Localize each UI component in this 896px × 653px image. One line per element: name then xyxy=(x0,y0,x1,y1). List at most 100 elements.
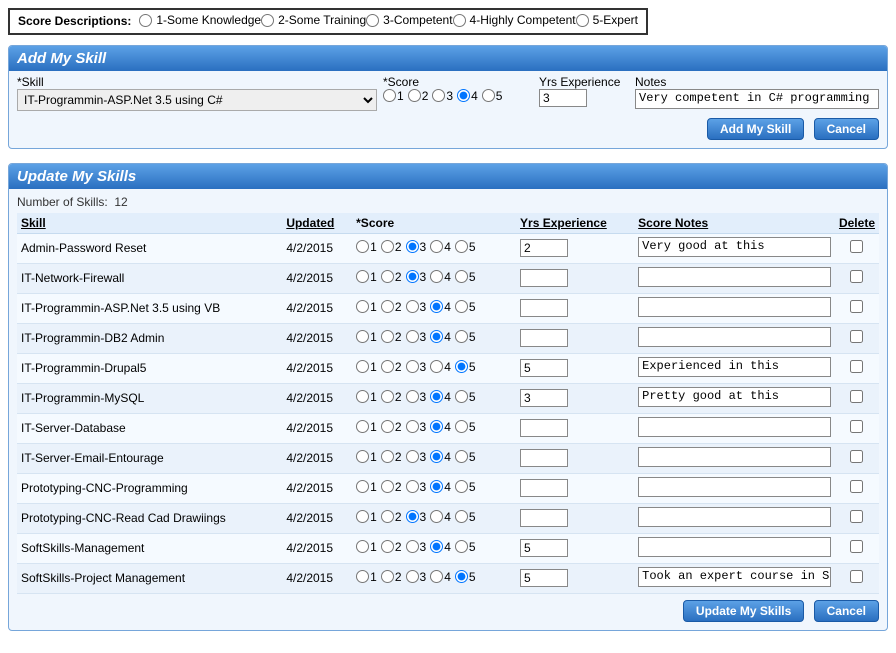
row-yrs-input[interactable] xyxy=(520,449,568,467)
row-yrs-input[interactable] xyxy=(520,389,568,407)
score-radio[interactable] xyxy=(430,450,443,463)
score-radio[interactable] xyxy=(430,390,443,403)
add-cancel-button[interactable]: Cancel xyxy=(814,118,879,140)
score-radio[interactable] xyxy=(406,300,419,313)
score-radio-option[interactable]: 1 xyxy=(356,510,377,524)
score-radio-option[interactable]: 1 xyxy=(356,390,377,404)
score-radio[interactable] xyxy=(356,480,369,493)
row-delete-checkbox[interactable] xyxy=(850,570,863,583)
score-radio-option[interactable]: 3 xyxy=(406,360,427,374)
row-notes-input[interactable] xyxy=(638,387,831,407)
row-score-radio-group[interactable]: 12345 xyxy=(356,390,479,404)
row-notes-input[interactable] xyxy=(638,327,831,347)
score-radio-option[interactable]: 3 xyxy=(406,300,427,314)
score-radio[interactable] xyxy=(430,270,443,283)
score-radio-option[interactable]: 5 xyxy=(482,89,503,103)
score-radio-option[interactable]: 4 xyxy=(457,89,478,103)
row-delete-checkbox[interactable] xyxy=(850,480,863,493)
score-radio-option[interactable]: 1 xyxy=(356,360,377,374)
score-radio-option[interactable]: 1 xyxy=(383,89,404,103)
score-radio-option[interactable]: 5 xyxy=(455,480,476,494)
score-radio[interactable] xyxy=(381,450,394,463)
score-radio[interactable] xyxy=(430,240,443,253)
score-radio-option[interactable]: 5 xyxy=(455,510,476,524)
score-radio-option[interactable]: 2 xyxy=(381,540,402,554)
row-delete-checkbox[interactable] xyxy=(850,330,863,343)
row-notes-input[interactable] xyxy=(638,477,831,497)
row-yrs-input[interactable] xyxy=(520,329,568,347)
score-radio-option[interactable]: 2 xyxy=(381,360,402,374)
score-radio[interactable] xyxy=(455,330,468,343)
row-yrs-input[interactable] xyxy=(520,419,568,437)
score-radio[interactable] xyxy=(381,570,394,583)
score-radio[interactable] xyxy=(381,420,394,433)
add-yrs-input[interactable] xyxy=(539,89,587,107)
score-radio-option[interactable]: 1 xyxy=(356,570,377,584)
score-radio-option[interactable]: 1 xyxy=(356,450,377,464)
row-yrs-input[interactable] xyxy=(520,479,568,497)
score-radio[interactable] xyxy=(406,270,419,283)
score-radio-option[interactable]: 5 xyxy=(455,570,476,584)
score-radio-option[interactable]: 2 xyxy=(381,510,402,524)
row-yrs-input[interactable] xyxy=(520,509,568,527)
score-radio[interactable] xyxy=(455,450,468,463)
row-score-radio-group[interactable]: 12345 xyxy=(356,300,479,314)
score-radio-option[interactable]: 2 xyxy=(381,480,402,494)
score-radio[interactable] xyxy=(356,240,369,253)
score-radio[interactable] xyxy=(381,360,394,373)
row-delete-checkbox[interactable] xyxy=(850,420,863,433)
score-radio-option[interactable]: 3 xyxy=(406,540,427,554)
score-radio[interactable] xyxy=(383,89,396,102)
row-notes-input[interactable] xyxy=(638,507,831,527)
score-radio-option[interactable]: 3 xyxy=(406,330,427,344)
score-radio[interactable] xyxy=(406,390,419,403)
score-radio-option[interactable]: 3 xyxy=(406,450,427,464)
row-notes-input[interactable] xyxy=(638,417,831,437)
add-notes-input[interactable] xyxy=(635,89,879,109)
score-desc-radio[interactable] xyxy=(139,14,152,27)
score-radio-option[interactable]: 4 xyxy=(430,270,451,284)
score-radio[interactable] xyxy=(406,570,419,583)
score-radio-option[interactable]: 5 xyxy=(455,360,476,374)
score-radio[interactable] xyxy=(430,330,443,343)
row-yrs-input[interactable] xyxy=(520,359,568,377)
score-radio[interactable] xyxy=(406,540,419,553)
add-my-skill-button[interactable]: Add My Skill xyxy=(707,118,804,140)
score-radio[interactable] xyxy=(356,570,369,583)
score-radio-option[interactable]: 3 xyxy=(406,480,427,494)
row-delete-checkbox[interactable] xyxy=(850,390,863,403)
score-radio[interactable] xyxy=(381,300,394,313)
score-radio[interactable] xyxy=(356,510,369,523)
score-radio[interactable] xyxy=(430,540,443,553)
score-radio[interactable] xyxy=(455,390,468,403)
row-score-radio-group[interactable]: 12345 xyxy=(356,330,479,344)
score-radio-option[interactable]: 3 xyxy=(406,570,427,584)
score-radio[interactable] xyxy=(406,510,419,523)
score-radio[interactable] xyxy=(356,360,369,373)
score-desc-radio[interactable] xyxy=(366,14,379,27)
row-delete-checkbox[interactable] xyxy=(850,450,863,463)
score-radio-option[interactable]: 4 xyxy=(430,300,451,314)
score-radio[interactable] xyxy=(356,300,369,313)
row-score-radio-group[interactable]: 12345 xyxy=(356,570,479,584)
score-radio[interactable] xyxy=(455,360,468,373)
score-radio[interactable] xyxy=(406,480,419,493)
row-notes-input[interactable] xyxy=(638,297,831,317)
row-delete-checkbox[interactable] xyxy=(850,510,863,523)
score-radio-option[interactable]: 4 xyxy=(430,390,451,404)
row-yrs-input[interactable] xyxy=(520,239,568,257)
add-score-radio-group[interactable]: 12345 xyxy=(383,89,506,103)
row-notes-input[interactable] xyxy=(638,447,831,467)
score-radio-option[interactable]: 4 xyxy=(430,330,451,344)
score-radio-option[interactable]: 2 xyxy=(381,240,402,254)
score-radio-option[interactable]: 1 xyxy=(356,330,377,344)
score-radio[interactable] xyxy=(356,420,369,433)
row-notes-input[interactable] xyxy=(638,267,831,287)
row-yrs-input[interactable] xyxy=(520,569,568,587)
row-score-radio-group[interactable]: 12345 xyxy=(356,240,479,254)
score-radio-option[interactable]: 3 xyxy=(406,390,427,404)
score-radio[interactable] xyxy=(381,540,394,553)
score-radio[interactable] xyxy=(381,510,394,523)
score-radio[interactable] xyxy=(406,330,419,343)
score-radio[interactable] xyxy=(406,420,419,433)
